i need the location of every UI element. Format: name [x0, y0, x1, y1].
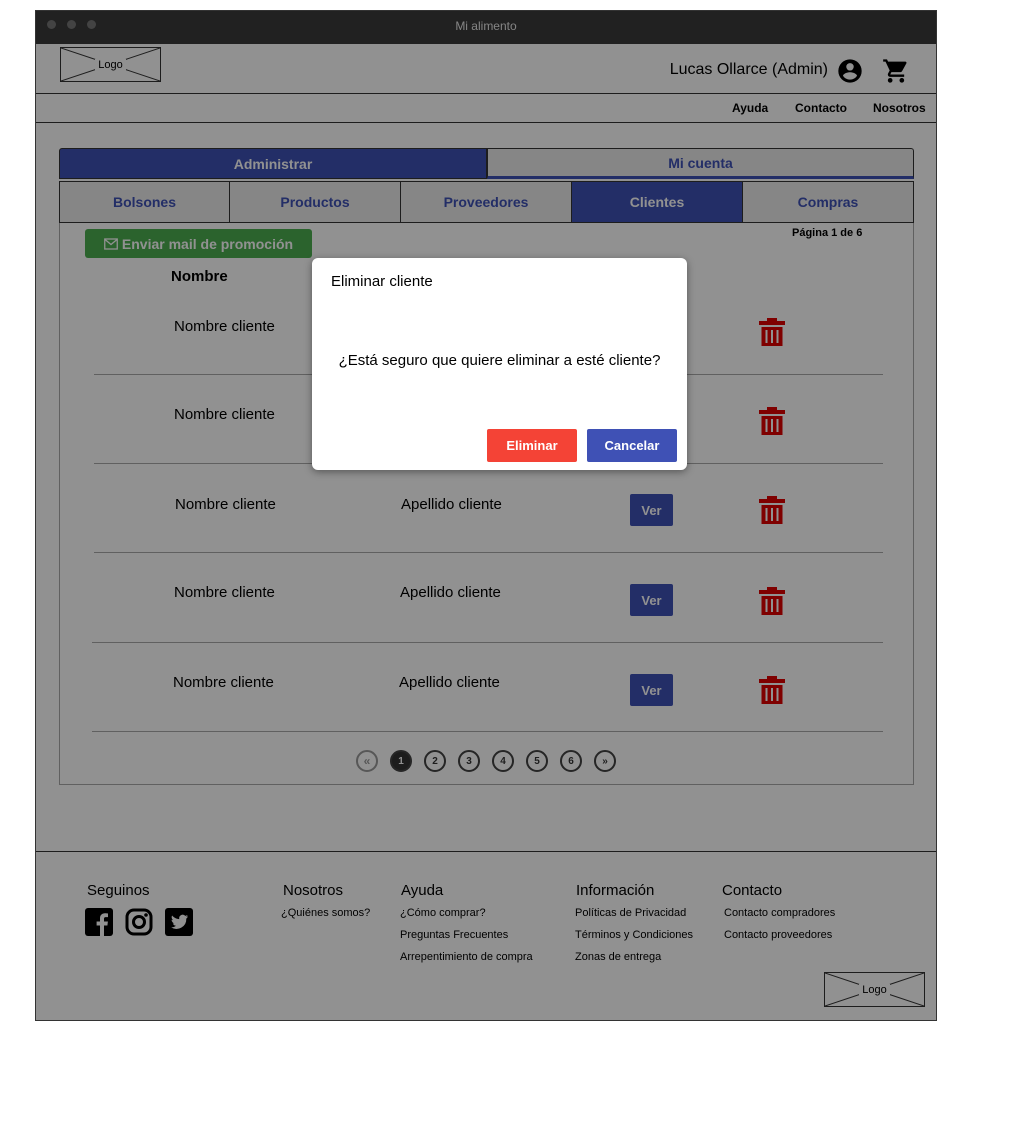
delete-client-modal: Eliminar cliente ¿Está seguro que quiere…	[312, 258, 687, 470]
cancel-button[interactable]: Cancelar	[587, 429, 677, 462]
confirm-delete-button[interactable]: Eliminar	[487, 429, 577, 462]
modal-backdrop[interactable]	[36, 11, 936, 1020]
modal-message: ¿Está seguro que quiere eliminar a esté …	[338, 352, 661, 369]
modal-title: Eliminar cliente	[331, 273, 433, 290]
app-window: Mi alimento Logo Lucas Ollarce (Admin) A…	[35, 10, 937, 1021]
